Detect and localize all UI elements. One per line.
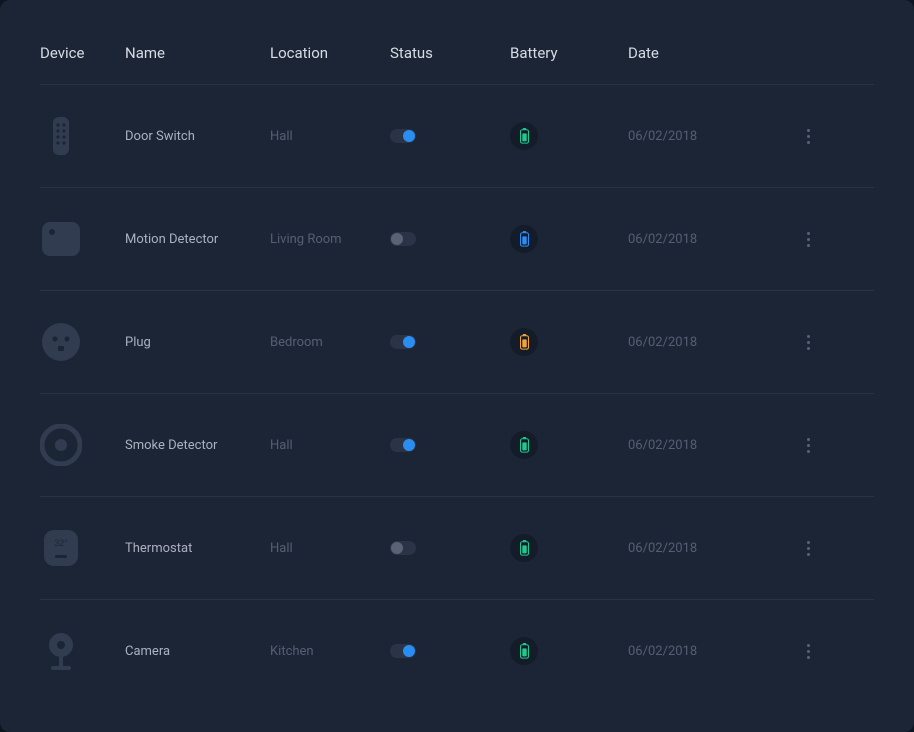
device-date: 06/02/2018 (628, 232, 788, 247)
battery-cell (510, 122, 628, 150)
device-icon-cell: 32° (40, 527, 125, 569)
svg-text:32°: 32° (54, 538, 68, 548)
col-device: Device (40, 44, 125, 62)
col-location: Location (270, 44, 390, 62)
plug-icon (40, 321, 82, 363)
device-location: Kitchen (270, 644, 390, 659)
col-date: Date (628, 44, 788, 62)
table-row: 32° Thermostat Hall 06/02/2018 (40, 496, 874, 599)
table-row: Motion Detector Living Room 06/02/2018 (40, 187, 874, 290)
status-cell (390, 129, 510, 143)
battery-cell (510, 637, 628, 665)
device-date: 06/02/2018 (628, 335, 788, 350)
more-vertical-icon (807, 644, 810, 659)
device-name: Motion Detector (125, 232, 270, 247)
row-menu-button[interactable] (788, 129, 828, 144)
col-name: Name (125, 44, 270, 62)
battery-cell (510, 328, 628, 356)
status-cell (390, 438, 510, 452)
status-toggle[interactable] (390, 335, 416, 349)
status-toggle[interactable] (390, 438, 416, 452)
battery-cell (510, 225, 628, 253)
table-row: Camera Kitchen 06/02/2018 (40, 599, 874, 702)
battery-icon (510, 534, 538, 562)
row-menu-button[interactable] (788, 438, 828, 453)
device-icon-cell (40, 218, 125, 260)
device-icon-cell (40, 321, 125, 363)
status-toggle[interactable] (390, 541, 416, 555)
col-status: Status (390, 44, 510, 62)
more-vertical-icon (807, 335, 810, 350)
more-vertical-icon (807, 129, 810, 144)
row-menu-button[interactable] (788, 541, 828, 556)
thermostat-icon: 32° (40, 527, 82, 569)
device-icon-cell (40, 115, 125, 157)
device-location: Living Room (270, 232, 390, 247)
device-location: Hall (270, 438, 390, 453)
status-toggle[interactable] (390, 644, 416, 658)
row-menu-button[interactable] (788, 232, 828, 247)
remote-icon (40, 115, 82, 157)
device-location: Hall (270, 129, 390, 144)
device-name: Smoke Detector (125, 438, 270, 453)
table-header: Device Name Location Status Battery Date (40, 30, 874, 84)
device-location: Hall (270, 541, 390, 556)
device-name: Plug (125, 335, 270, 350)
device-location: Bedroom (270, 335, 390, 350)
device-icon-cell (40, 424, 125, 466)
device-date: 06/02/2018 (628, 644, 788, 659)
col-battery: Battery (510, 44, 628, 62)
more-vertical-icon (807, 232, 810, 247)
battery-icon (510, 431, 538, 459)
row-menu-button[interactable] (788, 335, 828, 350)
row-menu-button[interactable] (788, 644, 828, 659)
smoke-icon (40, 424, 82, 466)
status-cell (390, 232, 510, 246)
battery-icon (510, 637, 538, 665)
table-row: Smoke Detector Hall 06/02/2018 (40, 393, 874, 496)
motion-icon (40, 218, 82, 260)
device-name: Camera (125, 644, 270, 659)
status-toggle[interactable] (390, 129, 416, 143)
table-row: Door Switch Hall 06/02/2018 (40, 84, 874, 187)
battery-icon (510, 225, 538, 253)
camera-icon (40, 630, 82, 672)
status-toggle[interactable] (390, 232, 416, 246)
device-name: Door Switch (125, 129, 270, 144)
device-panel: Device Name Location Status Battery Date… (0, 0, 914, 732)
more-vertical-icon (807, 438, 810, 453)
battery-icon (510, 122, 538, 150)
status-cell (390, 335, 510, 349)
more-vertical-icon (807, 541, 810, 556)
battery-cell (510, 431, 628, 459)
table-row: Plug Bedroom 06/02/2018 (40, 290, 874, 393)
device-icon-cell (40, 630, 125, 672)
device-date: 06/02/2018 (628, 438, 788, 453)
device-date: 06/02/2018 (628, 541, 788, 556)
status-cell (390, 644, 510, 658)
battery-icon (510, 328, 538, 356)
battery-cell (510, 534, 628, 562)
status-cell (390, 541, 510, 555)
device-date: 06/02/2018 (628, 129, 788, 144)
device-name: Thermostat (125, 541, 270, 556)
